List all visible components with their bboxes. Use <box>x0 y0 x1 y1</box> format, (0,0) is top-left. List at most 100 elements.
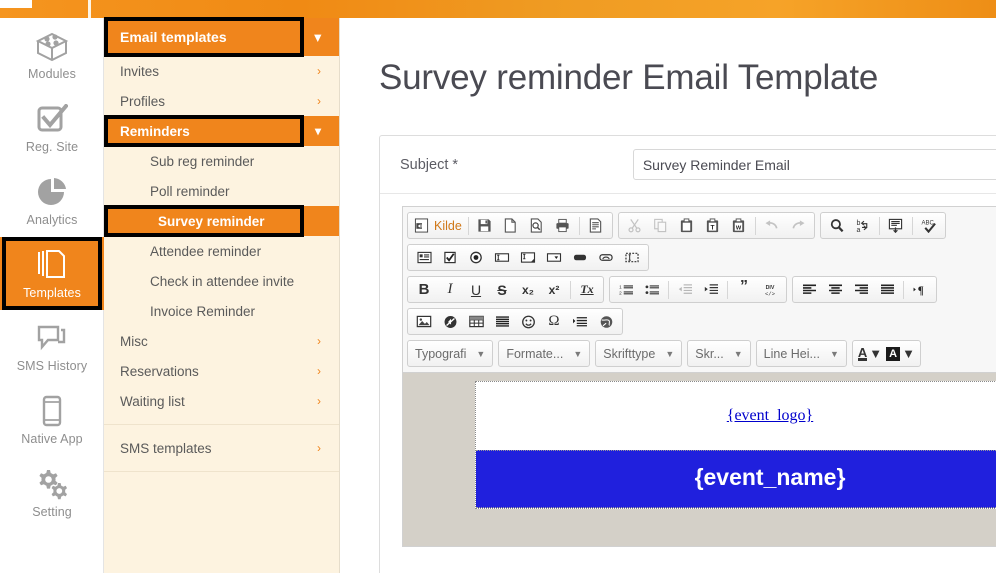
underline-icon[interactable]: U <box>463 278 489 301</box>
spellcheck-icon[interactable]: ABC <box>916 214 942 237</box>
rail-item-setting[interactable]: Setting <box>0 456 104 529</box>
rail-item-analytics[interactable]: Analytics <box>0 164 104 237</box>
cut-icon[interactable] <box>622 214 648 237</box>
rail-item-modules[interactable]: Modules <box>0 18 104 91</box>
print-icon[interactable] <box>550 214 576 237</box>
menu-item-misc[interactable]: Misc › <box>104 326 339 356</box>
preview-icon[interactable] <box>524 214 550 237</box>
menu-item-label: Profiles <box>120 93 166 109</box>
chevron-right-icon: › <box>317 441 321 455</box>
replace-icon[interactable]: ba <box>850 214 876 237</box>
paste-word-icon[interactable]: W <box>726 214 752 237</box>
menu-item-survey-reminder[interactable]: Survey reminder <box>104 205 339 237</box>
templates-icon[interactable] <box>583 214 609 237</box>
hidden-field-icon[interactable] <box>619 246 645 269</box>
align-justify-icon[interactable] <box>874 278 900 301</box>
menu-item-profiles[interactable]: Profiles › <box>104 86 339 116</box>
toolbar-row-3: B I U S x₂ x² Tx 1 2 ” DIV </> ¶ <box>407 276 996 303</box>
align-right-icon[interactable] <box>848 278 874 301</box>
subject-input[interactable] <box>632 149 996 180</box>
textarea-icon[interactable] <box>515 246 541 269</box>
paragraph-format-select[interactable]: Typografi ▼ <box>407 340 494 367</box>
image-icon[interactable] <box>411 310 437 333</box>
line-height-select[interactable]: Line Hei... ▼ <box>755 340 847 367</box>
rail-item-reg-site[interactable]: Reg. Site <box>0 91 104 164</box>
select-field-icon[interactable] <box>541 246 567 269</box>
horizontal-rule-icon[interactable] <box>489 310 515 333</box>
menu-spacer <box>104 425 339 433</box>
rail-item-sms-history[interactable]: SMS History <box>0 310 104 383</box>
checkbox-icon[interactable] <box>437 246 463 269</box>
toolbar-group-paragraph: 12 ” DIV </> <box>609 276 787 303</box>
menu-item-sub-reg-reminder[interactable]: Sub reg reminder <box>104 146 339 176</box>
iframe-icon[interactable] <box>593 310 619 333</box>
menu-item-email-templates[interactable]: Email templates ▾ <box>104 17 339 57</box>
format-select[interactable]: Formate... ▼ <box>498 340 591 367</box>
select-all-icon[interactable] <box>883 214 909 237</box>
smiley-icon[interactable] <box>515 310 541 333</box>
image-button-icon[interactable] <box>593 246 619 269</box>
paste-icon[interactable] <box>674 214 700 237</box>
source-icon[interactable]: Kilde <box>411 214 465 237</box>
toolbar-separator <box>903 280 904 299</box>
text-direction-icon[interactable]: ¶ <box>907 278 933 301</box>
outdent-icon[interactable] <box>672 278 698 301</box>
menu-item-reservations[interactable]: Reservations › <box>104 356 339 386</box>
subscript-icon[interactable]: x₂ <box>515 278 541 301</box>
remove-format-icon[interactable]: Tx <box>574 278 600 301</box>
menu-item-poll-reminder[interactable]: Poll reminder <box>104 176 339 206</box>
blockquote-icon[interactable]: ” <box>731 278 757 301</box>
menu-item-invites[interactable]: Invites › <box>104 56 339 86</box>
rail-item-label: SMS History <box>16 359 88 373</box>
text-color-button[interactable]: A ▼ <box>856 342 884 365</box>
undo-icon[interactable] <box>759 214 785 237</box>
background-color-button[interactable]: A ▼ <box>884 342 917 365</box>
menu-item-label: Reservations <box>120 363 199 379</box>
text-field-icon[interactable] <box>489 246 515 269</box>
toolbar-group-colors: A ▼ A ▼ <box>851 340 921 367</box>
italic-icon[interactable]: I <box>437 278 463 301</box>
find-icon[interactable] <box>824 214 850 237</box>
create-div-icon[interactable]: DIV </> <box>757 278 783 301</box>
new-page-icon[interactable] <box>498 214 524 237</box>
save-icon[interactable] <box>472 214 498 237</box>
font-select[interactable]: Skrifttype ▼ <box>595 340 683 367</box>
rail-item-label: Modules <box>28 67 76 81</box>
paste-text-icon[interactable]: T <box>700 214 726 237</box>
align-left-icon[interactable] <box>796 278 822 301</box>
menu-item-reminders[interactable]: Reminders ▾ <box>104 115 339 147</box>
toolbar-separator <box>878 216 880 235</box>
align-center-icon[interactable] <box>822 278 848 301</box>
special-char-icon[interactable]: Ω <box>541 310 567 333</box>
font-size-select[interactable]: Skr... ▼ <box>687 340 751 367</box>
form-icon[interactable] <box>411 246 437 269</box>
chevron-down-icon: ▼ <box>902 346 915 361</box>
menu-item-check-in-attendee-invite[interactable]: Check in attendee invite <box>104 266 339 296</box>
rail-item-templates[interactable]: Templates <box>0 237 104 310</box>
radio-button-icon[interactable] <box>463 246 489 269</box>
strikethrough-icon[interactable]: S <box>489 278 515 301</box>
flash-icon[interactable] <box>437 310 463 333</box>
rail-item-native-app[interactable]: Native App <box>0 383 104 456</box>
superscript-icon[interactable]: x² <box>541 278 567 301</box>
menu-spacer <box>104 416 339 424</box>
top-orange-bar <box>0 0 996 18</box>
menu-item-sms-templates[interactable]: SMS templates › <box>104 433 339 463</box>
table-icon[interactable] <box>463 310 489 333</box>
editor-content-area[interactable]: {event_logo} {event_name} <box>402 372 996 547</box>
menu-item-label: Attendee reminder <box>150 243 262 259</box>
bold-icon[interactable]: B <box>411 278 437 301</box>
bulleted-list-icon[interactable] <box>639 278 665 301</box>
menu-item-waiting-list[interactable]: Waiting list › <box>104 386 339 416</box>
indent-icon[interactable] <box>698 278 724 301</box>
redo-icon[interactable] <box>785 214 811 237</box>
event-logo-link[interactable]: {event_logo} <box>727 407 813 425</box>
page-break-icon[interactable] <box>567 310 593 333</box>
select-label: Skr... <box>695 346 724 361</box>
copy-icon[interactable] <box>648 214 674 237</box>
menu-item-attendee-reminder[interactable]: Attendee reminder <box>104 236 339 266</box>
menu-item-invoice-reminder[interactable]: Invoice Reminder <box>104 296 339 326</box>
chevron-down-icon: ▼ <box>665 348 675 359</box>
numbered-list-icon[interactable]: 12 <box>613 278 639 301</box>
button-icon[interactable] <box>567 246 593 269</box>
